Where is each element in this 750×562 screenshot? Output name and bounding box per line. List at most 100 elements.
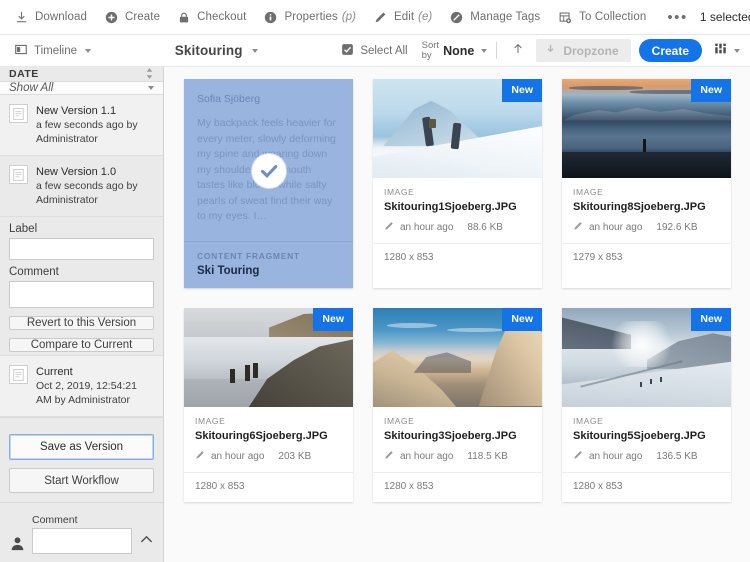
timeline-filter-value: Show All: [9, 82, 54, 94]
asset-status-row: an hour ago 192.6 KB: [573, 221, 720, 243]
asset-size: 203 KB: [278, 450, 312, 462]
version-entry-text: New Version 1.0 a few seconds ago by Adm…: [36, 165, 155, 207]
main-body: DATE Show All New Version 1.1 a few seco…: [0, 67, 750, 562]
download-icon: [15, 11, 28, 24]
revert-to-version-button[interactable]: Revert to this Version: [9, 316, 154, 330]
version-entry-text: Current Oct 2, 2019, 12:54:21 AM by Admi…: [36, 365, 155, 407]
breadcrumb-label: Skitouring: [174, 43, 243, 58]
asset-thumbnail: New: [373, 79, 542, 178]
document-icon: [9, 165, 28, 184]
view-switcher[interactable]: [714, 42, 741, 60]
card-asset-skitouring5[interactable]: New IMAGE Skitouring5Sjoeberg.JPG an hou…: [562, 307, 731, 502]
version-entry-current[interactable]: Current Oct 2, 2019, 12:54:21 AM by Admi…: [0, 355, 163, 417]
view-grid-icon: [714, 42, 727, 60]
selection-action-bar: Download Create Checkout Properties (p): [0, 0, 750, 35]
current-version-title: Current: [36, 366, 73, 378]
create-primary-button[interactable]: Create: [638, 39, 703, 62]
label-field-block: Label: [0, 217, 163, 260]
dropzone-button[interactable]: Dropzone: [536, 39, 631, 62]
save-as-version-button[interactable]: Save as Version: [9, 434, 154, 460]
checkbox-square-icon: [341, 43, 354, 59]
asset-size: 88.6 KB: [467, 222, 503, 233]
comment-input[interactable]: [9, 281, 154, 308]
footer-comment-input[interactable]: [32, 528, 132, 554]
compare-to-current-button[interactable]: Compare to Current: [9, 338, 154, 352]
card-type-label: IMAGE: [573, 187, 604, 197]
current-version-subtitle: Oct 2, 2019, 12:54:21 AM by Administrato…: [36, 380, 137, 406]
dropzone-label: Dropzone: [563, 43, 619, 58]
version-entry-1-1[interactable]: New Version 1.1 a few seconds ago by Adm…: [0, 95, 163, 156]
selection-count-label: 1 selected: [699, 10, 750, 24]
card-title: Skitouring8Sjoeberg.JPG: [573, 201, 706, 213]
edit-label: Edit: [393, 11, 415, 23]
rail-footer: Save as Version Start Workflow Comment: [0, 417, 163, 562]
timeline-rail: DATE Show All New Version 1.1 a few seco…: [0, 67, 164, 562]
to-collection-button[interactable]: To Collection: [549, 0, 655, 34]
to-collection-label: To Collection: [579, 11, 647, 23]
collapse-comment-icon[interactable]: [138, 532, 155, 554]
timeline-filter-dropdown[interactable]: Show All: [0, 82, 163, 95]
start-workflow-button[interactable]: Start Workflow: [9, 468, 154, 493]
card-title: Skitouring3Sjoeberg.JPG: [384, 429, 517, 442]
toolbar-divider: [496, 42, 498, 59]
card-type-label: IMAGE: [195, 415, 226, 426]
breadcrumb-title[interactable]: Skitouring: [175, 43, 258, 58]
upload-arrow-icon: [545, 43, 556, 58]
asset-card-canvas: Sofia Sjöberg My backpack feels heavier …: [164, 67, 750, 562]
card-asset-skitouring6[interactable]: New IMAGE Skitouring6Sjoeberg.JPG an hou…: [184, 307, 353, 502]
status-badge: New: [313, 307, 353, 331]
selected-check-icon[interactable]: [251, 154, 286, 188]
arrow-up-icon: [514, 43, 523, 53]
rail-header: DATE: [0, 67, 163, 82]
pencil-icon: [195, 450, 205, 463]
content-toolbar: Timeline Skitouring Select All Sort by N…: [0, 35, 750, 67]
manage-tags-button[interactable]: Manage Tags: [441, 0, 549, 34]
download-button[interactable]: Download: [6, 0, 96, 34]
status-badge: New: [502, 79, 542, 102]
card-asset-skitouring8[interactable]: New IMAGE Skitouring8Sjoeberg.JPG an hou…: [562, 79, 731, 288]
properties-button[interactable]: Properties (p): [255, 0, 364, 34]
manage-tags-label: Manage Tags: [470, 11, 541, 23]
asset-size: 192.6 KB: [656, 222, 698, 233]
asset-status-row: an hour ago 203 KB: [195, 450, 342, 472]
pencil-icon: [384, 450, 394, 463]
version-entry-1-0[interactable]: New Version 1.0 a few seconds ago by Adm…: [0, 156, 163, 217]
select-all-label: Select All: [360, 44, 408, 57]
asset-meta: IMAGE Skitouring1Sjoeberg.JPG an hour ag…: [373, 178, 542, 243]
card-type-label: CONTENT FRAGMENT: [197, 250, 300, 261]
status-badge: New: [691, 79, 731, 102]
asset-meta: IMAGE Skitouring5Sjoeberg.JPG an hour ag…: [562, 407, 731, 472]
card-asset-skitouring1[interactable]: New IMAGE Skitouring1Sjoeberg.JPG an hou…: [373, 79, 542, 288]
sort-toggle-icon[interactable]: [145, 67, 154, 81]
timeline-label: Timeline: [34, 44, 78, 57]
sort-direction-button[interactable]: [506, 42, 530, 60]
card-asset-skitouring3[interactable]: New IMAGE Skitouring3Sjoeberg.JPG an hou…: [373, 307, 542, 502]
asset-modified: an hour ago: [400, 450, 454, 462]
more-actions-button[interactable]: •••: [655, 10, 700, 25]
checkout-button[interactable]: Checkout: [169, 0, 255, 34]
asset-browser-window: Download Create Checkout Properties (p): [0, 0, 750, 562]
version-subtitle: a few seconds ago by Administrator: [36, 180, 138, 206]
asset-dimensions: 1280 x 853: [373, 471, 542, 502]
pencil-icon: [384, 221, 394, 234]
plus-circle-icon: [105, 11, 118, 24]
select-all-button[interactable]: Select All: [335, 36, 413, 66]
asset-dimensions: 1280 x 853: [562, 471, 731, 502]
asset-meta: IMAGE Skitouring6Sjoeberg.JPG an hour ag…: [184, 407, 353, 472]
card-content-fragment[interactable]: Sofia Sjöberg My backpack feels heavier …: [184, 79, 353, 288]
edit-button[interactable]: Edit (e): [365, 0, 441, 34]
asset-modified: an hour ago: [211, 450, 265, 462]
create-button[interactable]: Create: [96, 0, 169, 34]
label-input[interactable]: [9, 238, 154, 260]
asset-modified: an hour ago: [589, 222, 643, 233]
chevron-down-icon: [481, 48, 488, 53]
info-circle-icon: [264, 11, 277, 24]
card-type-label: IMAGE: [384, 415, 415, 426]
sort-value-dropdown[interactable]: None: [443, 44, 488, 58]
tag-circle-icon: [450, 11, 463, 24]
document-icon: [9, 104, 28, 123]
asset-thumbnail: New: [562, 307, 731, 407]
timeline-selector[interactable]: Timeline: [8, 36, 97, 66]
asset-size: 118.5 KB: [467, 450, 508, 462]
chevron-down-icon: [251, 48, 258, 53]
